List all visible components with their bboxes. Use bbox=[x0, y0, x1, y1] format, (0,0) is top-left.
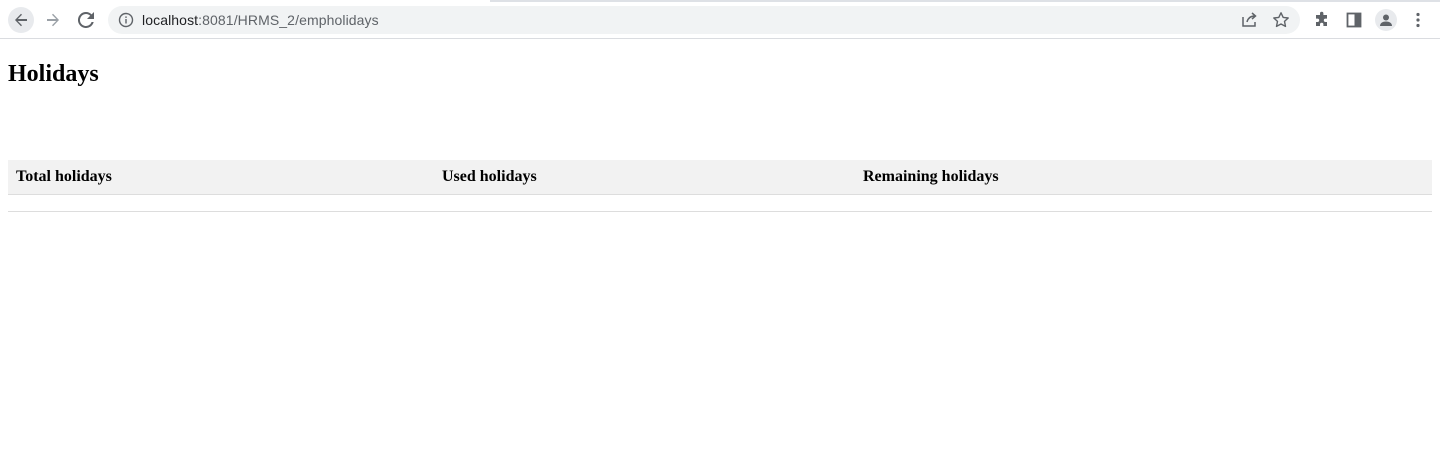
forward-button[interactable] bbox=[40, 7, 66, 33]
reload-icon bbox=[78, 12, 94, 28]
profile-button[interactable] bbox=[1375, 9, 1397, 31]
header-remaining-holidays: Remaining holidays bbox=[855, 160, 1432, 195]
extensions-button[interactable] bbox=[1312, 10, 1332, 30]
tab-strip bbox=[0, 0, 1440, 2]
back-arrow-icon bbox=[15, 13, 27, 27]
table-header-row: Total holidays Used holidays Remaining h… bbox=[8, 160, 1432, 195]
cell-remaining-holidays bbox=[855, 194, 1432, 212]
info-icon[interactable] bbox=[118, 12, 134, 28]
page-title: Holidays bbox=[8, 61, 99, 87]
url-host: localhost bbox=[142, 12, 199, 28]
address-bar[interactable]: localhost:8081/HRMS_2/empholidays bbox=[108, 6, 1300, 34]
reload-button[interactable] bbox=[73, 7, 99, 33]
cell-used-holidays bbox=[434, 194, 855, 212]
share-icon[interactable] bbox=[1240, 11, 1258, 29]
forward-arrow-icon bbox=[47, 13, 59, 27]
cell-total-holidays bbox=[8, 194, 434, 212]
header-total-holidays: Total holidays bbox=[8, 160, 434, 195]
url-text[interactable]: localhost:8081/HRMS_2/empholidays bbox=[142, 12, 379, 28]
profile-icon bbox=[1380, 14, 1392, 26]
browser-menu-button[interactable] bbox=[1408, 10, 1428, 30]
active-tab-edge[interactable] bbox=[0, 0, 490, 2]
star-icon[interactable] bbox=[1272, 11, 1290, 29]
table-row bbox=[8, 194, 1432, 212]
holidays-table: Total holidays Used holidays Remaining h… bbox=[8, 160, 1432, 212]
side-panel-icon bbox=[1346, 12, 1362, 28]
back-button[interactable] bbox=[8, 7, 34, 33]
puzzle-icon bbox=[1316, 11, 1327, 26]
kebab-menu-icon bbox=[1416, 12, 1420, 28]
header-used-holidays: Used holidays bbox=[434, 160, 855, 195]
url-path: :8081/HRMS_2/empholidays bbox=[198, 12, 379, 28]
browser-toolbar: localhost:8081/HRMS_2/empholidays bbox=[0, 0, 1440, 39]
side-panel-button[interactable] bbox=[1344, 10, 1364, 30]
